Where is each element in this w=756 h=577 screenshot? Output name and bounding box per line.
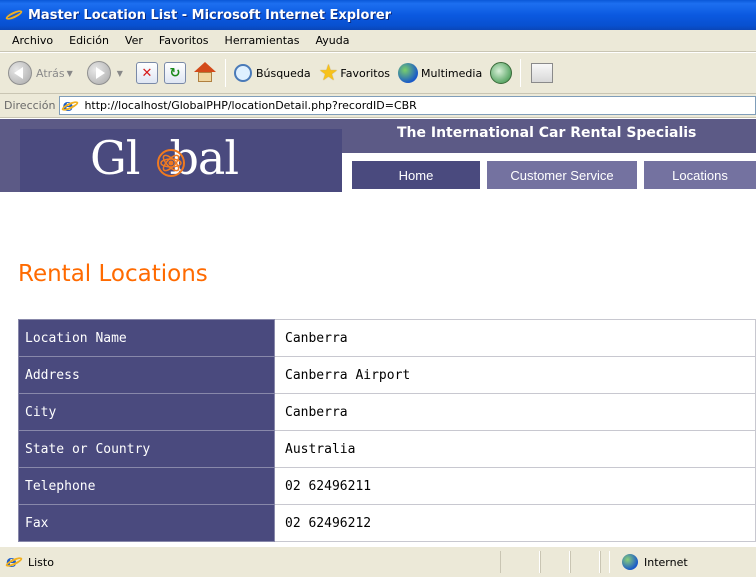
row-label: State or Country xyxy=(18,430,275,468)
site-logo[interactable]: Gl bal xyxy=(20,129,342,192)
row-label: Location Name xyxy=(18,319,275,357)
atom-logo-icon xyxy=(157,149,185,177)
table-row: Telephone 02 62496211 xyxy=(18,467,756,505)
row-value: Australia xyxy=(274,430,756,468)
status-message: e Listo xyxy=(0,552,500,572)
nav-home[interactable]: Home xyxy=(352,161,480,189)
status-text: Listo xyxy=(28,555,54,569)
table-row: Address Canberra Airport xyxy=(18,356,756,394)
refresh-icon[interactable]: ↻ xyxy=(163,62,186,84)
menu-edicion[interactable]: Edición xyxy=(61,34,117,47)
window-title: Master Location List - Microsoft Interne… xyxy=(28,7,392,23)
favorites-button[interactable]: ★ Favoritos xyxy=(315,57,394,89)
forward-button[interactable]: ▼ xyxy=(83,57,133,89)
toolbar: Atrás ▼ ▼ ✕ ↻ Búsqueda ★ Favoritos Multi… xyxy=(0,52,756,94)
forward-dropdown-icon[interactable]: ▼ xyxy=(117,69,123,78)
stop-icon[interactable]: ✕ xyxy=(135,62,158,84)
back-dropdown-icon[interactable]: ▼ xyxy=(67,69,73,78)
media-button[interactable]: Multimedia xyxy=(394,57,486,89)
row-label: Telephone xyxy=(18,467,275,505)
menu-archivo[interactable]: Archivo xyxy=(4,34,61,47)
table-row: State or Country Australia xyxy=(18,430,756,468)
search-label: Búsqueda xyxy=(255,66,311,80)
row-value: Canberra xyxy=(274,393,756,431)
search-button[interactable]: Búsqueda xyxy=(230,57,315,89)
row-label: City xyxy=(18,393,275,431)
menu-ayuda[interactable]: Ayuda xyxy=(307,34,357,47)
star-icon: ★ xyxy=(318,60,339,86)
back-button[interactable]: Atrás ▼ xyxy=(4,57,83,89)
address-bar: Dirección e http://localhost/GlobalPHP/l… xyxy=(0,94,756,118)
home-icon[interactable] xyxy=(193,62,217,84)
security-zone[interactable]: Internet xyxy=(610,554,688,570)
back-arrow-icon xyxy=(8,61,32,85)
ie-window-icon: e xyxy=(4,5,24,25)
logo-text-left: Gl xyxy=(90,131,140,185)
row-value: 02 62496212 xyxy=(274,504,756,542)
address-label: Dirección xyxy=(4,99,56,112)
internet-zone-icon xyxy=(622,554,638,570)
forward-arrow-icon xyxy=(86,61,111,85)
site-nav: Home Customer Service Locations xyxy=(342,153,756,192)
nav-customer-service[interactable]: Customer Service xyxy=(487,161,637,189)
address-input[interactable]: e http://localhost/GlobalPHP/locationDet… xyxy=(59,96,756,116)
row-label: Fax xyxy=(18,504,275,542)
menu-herramientas[interactable]: Herramientas xyxy=(217,34,308,47)
status-cell xyxy=(540,551,570,573)
row-value: Canberra xyxy=(274,319,756,357)
row-value: Canberra Airport xyxy=(274,356,756,394)
row-value: 02 62496211 xyxy=(274,467,756,505)
status-cell xyxy=(570,551,600,573)
site-tagline: The International Car Rental Specialis xyxy=(397,125,697,141)
row-label: Address xyxy=(18,356,275,394)
table-row: Location Name Canberra xyxy=(18,319,756,357)
table-row: City Canberra xyxy=(18,393,756,431)
nav-locations[interactable]: Locations xyxy=(644,161,756,189)
status-cell xyxy=(500,551,540,573)
history-icon[interactable] xyxy=(490,62,513,84)
menu-ver[interactable]: Ver xyxy=(117,34,151,47)
status-cell xyxy=(600,551,610,573)
window-title-bar[interactable]: e Master Location List - Microsoft Inter… xyxy=(0,0,756,30)
mail-icon[interactable] xyxy=(531,63,554,83)
media-label: Multimedia xyxy=(421,66,483,80)
status-page-icon: e xyxy=(4,552,24,572)
menu-bar: Archivo Edición Ver Favoritos Herramient… xyxy=(0,30,756,52)
status-bar: e Listo Internet xyxy=(0,546,756,577)
site-header: Gl bal The International Car Rental Speci… xyxy=(0,119,756,192)
search-icon xyxy=(233,64,252,82)
address-url[interactable]: http://localhost/GlobalPHP/locationDetai… xyxy=(84,99,416,112)
location-detail-table: Location Name Canberra Address Canberra … xyxy=(18,319,756,542)
menu-favoritos[interactable]: Favoritos xyxy=(151,34,217,47)
toolbar-divider-2 xyxy=(520,59,522,87)
back-label: Atrás xyxy=(36,66,65,80)
favorites-label: Favoritos xyxy=(340,66,391,80)
table-row: Fax 02 62496212 xyxy=(18,504,756,542)
toolbar-divider xyxy=(224,59,226,87)
page-icon: e xyxy=(61,96,80,116)
media-globe-icon xyxy=(398,63,419,83)
page-title: Rental Locations xyxy=(18,261,208,287)
zone-label: Internet xyxy=(644,555,688,569)
